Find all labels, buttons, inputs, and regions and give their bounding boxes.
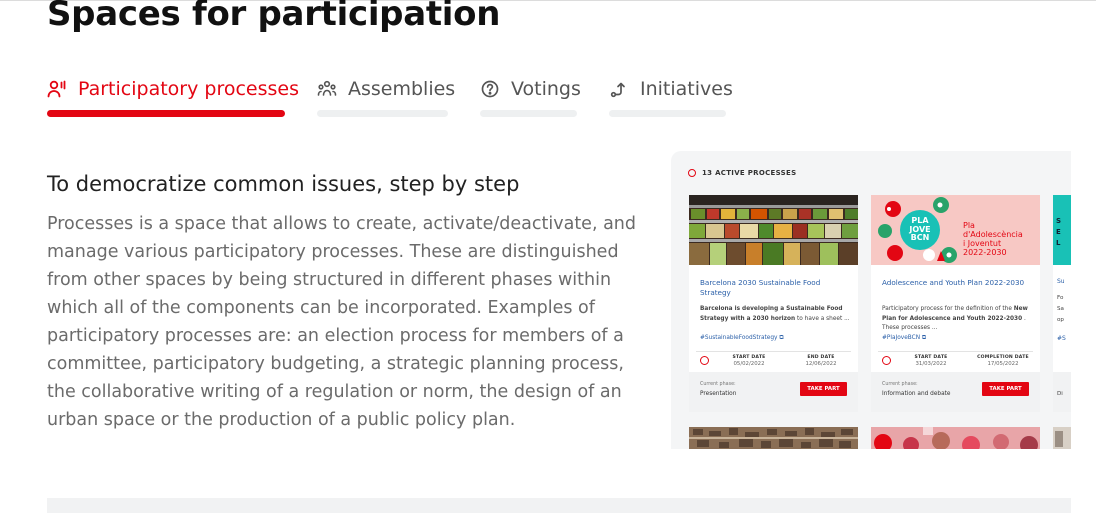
- active-count-label: 13 ACTIVE PROCESSES: [702, 169, 797, 177]
- completion-date-value: 17/05/2022: [987, 361, 1019, 367]
- tab-indicator: [317, 110, 448, 117]
- partial-footer: Di: [1053, 372, 1071, 412]
- start-date-label: START DATE: [732, 355, 766, 360]
- tab-participatory-processes[interactable]: Participatory processes: [47, 74, 299, 120]
- card-divider: [878, 351, 1033, 352]
- processes-preview: 13 ACTIVE PROCESSES Barcelona 2030 Susta…: [671, 151, 1071, 449]
- tab-label: Initiatives: [640, 78, 733, 100]
- process-hashtag-link[interactable]: #PlaJoveBCN ⧉: [882, 335, 926, 342]
- poster-caption: Pla d'Adolescència i Joventut 2022-2030: [963, 221, 1023, 257]
- next-section-band: [47, 498, 1071, 513]
- caption-line: d'Adolescència: [963, 230, 1023, 239]
- tab-assemblies[interactable]: Assemblies: [317, 74, 455, 120]
- market-produce-image: [689, 195, 858, 265]
- start-date: START DATE 05/02/2022: [726, 355, 772, 367]
- partial-title[interactable]: Su: [1057, 278, 1065, 285]
- partial-body: Sa: [1057, 306, 1064, 312]
- youth-plan-poster: PLA JOVE BCN Pla d'Adolescència i Jovent…: [871, 195, 1040, 265]
- question-circle-icon: [480, 79, 500, 99]
- phase-value: Information and debate: [882, 391, 951, 397]
- tab-indicator: [609, 110, 726, 117]
- active-processes-header: 13 ACTIVE PROCESSES: [688, 169, 796, 177]
- process-title-link[interactable]: Adolescence and Youth Plan 2022-2030: [882, 278, 1032, 288]
- process-summary: Barcelona is developing a Sustainable Fo…: [700, 305, 852, 324]
- start-date: START DATE 31/03/2022: [908, 355, 954, 367]
- summary-pre: Participatory process for the definition…: [882, 306, 1014, 312]
- tab-label: Assemblies: [348, 78, 456, 100]
- process-card-partial[interactable]: S E L Su Fo Sa op #S Di: [1053, 195, 1071, 412]
- assembly-icon: [317, 79, 337, 99]
- partial-tag[interactable]: #S: [1057, 335, 1066, 342]
- start-date-value: 31/03/2022: [915, 361, 947, 367]
- end-date-value: 12/06/2022: [805, 361, 837, 367]
- process-card[interactable]: PLA JOVE BCN Pla d'Adolescència i Jovent…: [871, 195, 1040, 412]
- card-footer: Current phase: Presentation TAKE PART: [689, 372, 858, 412]
- clock-icon: [882, 356, 891, 365]
- completion-date-label: COMPLETION DATE: [977, 355, 1029, 360]
- partial-bottom-image: [1053, 427, 1071, 449]
- end-date: END DATE 12/06/2022: [795, 355, 847, 367]
- section-description: Processes is a space that allows to crea…: [47, 214, 636, 430]
- partial-phase: Di: [1057, 391, 1063, 397]
- city-aerial-image: [689, 427, 858, 449]
- crowd-image: [871, 427, 1040, 449]
- end-date-label: END DATE: [807, 355, 835, 360]
- crowd-photo: [871, 427, 1040, 449]
- badge-line: BCN: [910, 233, 930, 242]
- pla-jove-badge: PLA JOVE BCN: [900, 210, 940, 250]
- participants-icon: [47, 79, 67, 99]
- completion-date: COMPLETION DATE 17/05/2022: [971, 355, 1035, 367]
- partial-card-image: S E L: [1053, 195, 1071, 265]
- caption-line: Pla: [963, 221, 975, 230]
- take-part-button[interactable]: TAKE PART: [982, 382, 1029, 396]
- summary-rest: to have a sheet ...: [795, 315, 850, 322]
- tab-label: Votings: [511, 78, 581, 100]
- initiative-arrow-icon: [609, 79, 629, 99]
- page-title: Spaces for participation: [47, 0, 501, 34]
- process-title-link[interactable]: Barcelona 2030 Sustainable Food Strategy: [700, 278, 850, 298]
- image-letter: E: [1056, 228, 1061, 236]
- card-divider: [696, 351, 851, 352]
- card-footer: Current phase: Information and debate TA…: [871, 372, 1040, 412]
- partial-body: Fo: [1057, 295, 1064, 301]
- partial-body: op: [1057, 317, 1064, 323]
- tab-label: Participatory processes: [78, 78, 299, 100]
- partial-bottom-photo: [1053, 427, 1071, 449]
- process-card[interactable]: Barcelona 2030 Sustainable Food Strategy…: [689, 195, 858, 412]
- image-letter: S: [1056, 217, 1062, 225]
- active-tab-indicator: [47, 110, 285, 117]
- process-hashtag-link[interactable]: #SustainableFoodStrategy ⧉: [700, 335, 783, 342]
- phase-label: Current phase:: [882, 382, 918, 387]
- caption-line: i Joventut: [963, 239, 1002, 248]
- tab-initiatives[interactable]: Initiatives: [609, 74, 733, 120]
- phase-label: Current phase:: [700, 382, 736, 387]
- tab-votings[interactable]: Votings: [480, 74, 581, 120]
- start-date-value: 05/02/2022: [733, 361, 765, 367]
- active-dot-icon: [688, 169, 696, 177]
- image-letter: L: [1056, 239, 1061, 247]
- city-aerial-photo: [689, 427, 858, 449]
- caption-line: 2022-2030: [963, 248, 1007, 257]
- clock-icon: [700, 356, 709, 365]
- start-date-label: START DATE: [914, 355, 948, 360]
- phase-value: Presentation: [700, 391, 737, 397]
- process-summary: Participatory process for the definition…: [882, 305, 1034, 334]
- tab-indicator: [480, 110, 577, 117]
- take-part-button[interactable]: TAKE PART: [800, 382, 847, 396]
- section-subtitle: To democratize common issues, step by st…: [47, 172, 520, 196]
